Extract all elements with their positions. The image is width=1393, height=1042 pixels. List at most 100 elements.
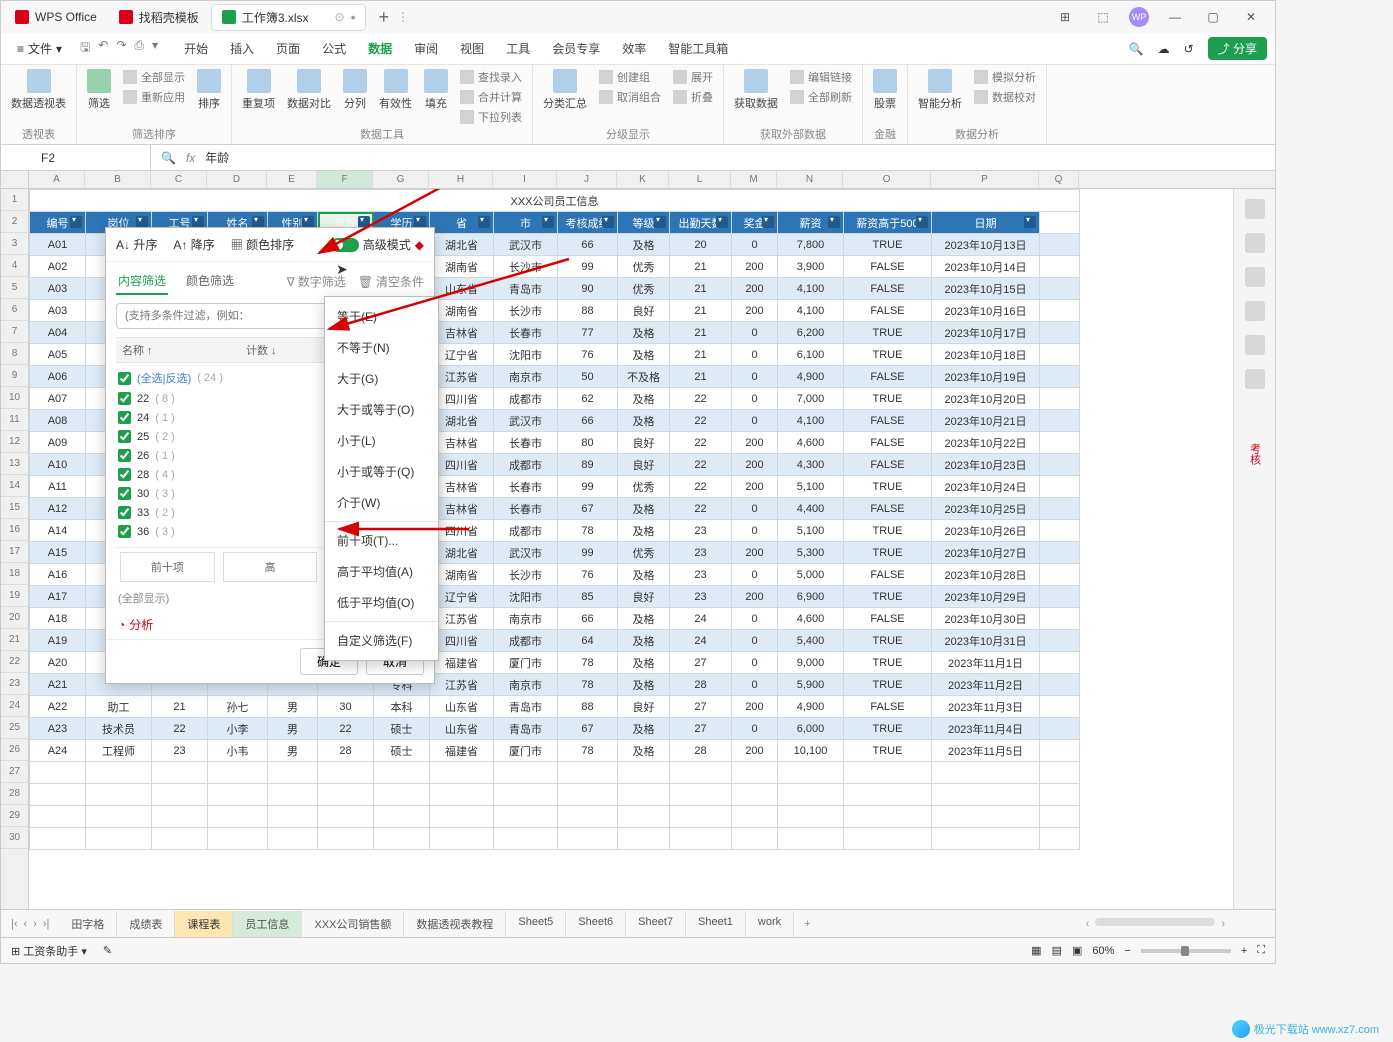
cell[interactable]: 技术员 (86, 718, 152, 740)
pivot-button[interactable]: 数据透视表 (11, 69, 66, 111)
cell[interactable]: 长春市 (494, 322, 558, 344)
find-input-button[interactable]: 查找录入 (460, 69, 522, 85)
row-header-17[interactable]: 17 (1, 541, 28, 563)
dup-button[interactable]: 重复项 (242, 69, 275, 111)
search-fx-icon[interactable]: 🔍 (161, 151, 176, 165)
col-header-D[interactable]: D (207, 171, 267, 188)
sheet-tab[interactable]: Sheet7 (626, 911, 686, 937)
cell[interactable]: 27 (670, 652, 732, 674)
cell[interactable]: 6,200 (778, 322, 844, 344)
cell[interactable]: 湖北省 (430, 542, 494, 564)
cell[interactable]: 0 (732, 344, 778, 366)
sheet-tab[interactable]: work (746, 911, 794, 937)
side-icon[interactable] (1245, 199, 1265, 219)
last-sheet-icon[interactable]: ›| (43, 918, 50, 930)
cell[interactable]: 3,900 (778, 256, 844, 278)
view-page-icon[interactable]: ▤ (1052, 944, 1062, 957)
cell[interactable]: 2023年10月31日 (932, 630, 1040, 652)
cell[interactable]: 助工 (86, 696, 152, 718)
row-header-16[interactable]: 16 (1, 519, 28, 541)
cell[interactable]: 成都市 (494, 630, 558, 652)
cell[interactable]: 4,300 (778, 454, 844, 476)
cell[interactable]: TRUE (844, 630, 932, 652)
apps-icon[interactable]: ⊞ (1053, 10, 1077, 24)
cell[interactable]: 2023年10月25日 (932, 498, 1040, 520)
cell[interactable]: FALSE (844, 432, 932, 454)
sheet-tab[interactable]: 员工信息 (233, 911, 302, 937)
cell[interactable]: 小韦 (208, 740, 268, 762)
row-header-6[interactable]: 6 (1, 299, 28, 321)
cell[interactable]: 4,900 (778, 366, 844, 388)
cell[interactable]: TRUE (844, 652, 932, 674)
clear-filter-button[interactable]: 🗑 清空条件 (358, 268, 424, 295)
col-header-B[interactable]: B (85, 171, 151, 188)
cell[interactable]: 2023年10月17日 (932, 322, 1040, 344)
cell[interactable]: 0 (732, 630, 778, 652)
menu-tab-7[interactable]: 工具 (506, 40, 530, 57)
row-header-22[interactable]: 22 (1, 651, 28, 673)
cell[interactable]: 200 (732, 278, 778, 300)
side-icon[interactable] (1245, 233, 1265, 253)
minimize-button[interactable]: — (1163, 10, 1187, 24)
cell[interactable]: 21 (670, 278, 732, 300)
side-icon[interactable] (1245, 267, 1265, 287)
cell[interactable]: 2023年11月2日 (932, 674, 1040, 696)
row-header-10[interactable]: 10 (1, 387, 28, 409)
cell[interactable]: 23 (152, 740, 208, 762)
table-header[interactable]: 奖金 (732, 212, 778, 234)
row-header-2[interactable]: 2 (1, 211, 28, 233)
cell[interactable]: 2023年11月1日 (932, 652, 1040, 674)
row-header-3[interactable]: 3 (1, 233, 28, 255)
filter-checkbox[interactable] (118, 468, 131, 481)
cell[interactable]: FALSE (844, 498, 932, 520)
cube-icon[interactable]: ⬚ (1091, 10, 1115, 24)
filter-checkbox[interactable] (118, 449, 131, 462)
cell[interactable]: 23 (670, 542, 732, 564)
col-header-C[interactable]: C (151, 171, 207, 188)
table-header[interactable]: 薪资 (778, 212, 844, 234)
cell[interactable]: 本科 (374, 696, 430, 718)
number-filter-item[interactable]: 介于(W) (325, 487, 438, 518)
filter-dropdown-icon[interactable] (478, 216, 490, 228)
number-filter-item[interactable]: 高于平均值(A) (325, 556, 438, 587)
cell[interactable]: 22 (670, 432, 732, 454)
menu-tab-1[interactable]: 插入 (230, 40, 254, 57)
validation-button[interactable]: 有效性 (379, 69, 412, 111)
brush-icon[interactable]: ✎ (103, 944, 112, 957)
col-header-F[interactable]: F (317, 171, 373, 188)
reapply-button[interactable]: 重新应用 (123, 89, 185, 105)
filter-dropdown-icon[interactable] (602, 216, 614, 228)
row-header-29[interactable]: 29 (1, 805, 28, 827)
cell[interactable]: 4,900 (778, 696, 844, 718)
cell[interactable]: 湖北省 (430, 410, 494, 432)
cell[interactable]: A01 (30, 234, 86, 256)
cell[interactable]: 27 (670, 696, 732, 718)
number-filter-item[interactable]: 低于平均值(O) (325, 587, 438, 618)
smart-analysis-button[interactable]: 智能分析 (918, 69, 962, 111)
filter-dropdown-icon[interactable] (762, 216, 774, 228)
cell[interactable]: 及格 (618, 520, 670, 542)
cell[interactable]: 吉林省 (430, 498, 494, 520)
col-header-I[interactable]: I (493, 171, 557, 188)
cell[interactable]: FALSE (844, 278, 932, 300)
add-sheet-button[interactable]: + (794, 918, 820, 930)
cell[interactable]: 及格 (618, 388, 670, 410)
col-header-M[interactable]: M (731, 171, 777, 188)
view-layout-icon[interactable]: ▣ (1072, 944, 1082, 957)
cell[interactable]: 28 (670, 674, 732, 696)
cell[interactable]: 0 (732, 234, 778, 256)
cell[interactable]: 2023年10月19日 (932, 366, 1040, 388)
number-filter-item[interactable]: 自定义筛选(F) (325, 625, 438, 656)
search-icon[interactable]: 🔍 (1129, 42, 1144, 56)
cell[interactable]: 88 (558, 696, 618, 718)
cell[interactable]: 2023年10月23日 (932, 454, 1040, 476)
cell[interactable]: A21 (30, 674, 86, 696)
row-header-18[interactable]: 18 (1, 563, 28, 585)
cell-reference[interactable]: F2 (1, 145, 151, 170)
save-icon[interactable]: 🖫 (80, 38, 90, 59)
cell[interactable]: FALSE (844, 564, 932, 586)
cell[interactable]: 福建省 (430, 740, 494, 762)
cell[interactable]: 2023年10月30日 (932, 608, 1040, 630)
cell[interactable]: 及格 (618, 410, 670, 432)
cell[interactable]: 青岛市 (494, 718, 558, 740)
